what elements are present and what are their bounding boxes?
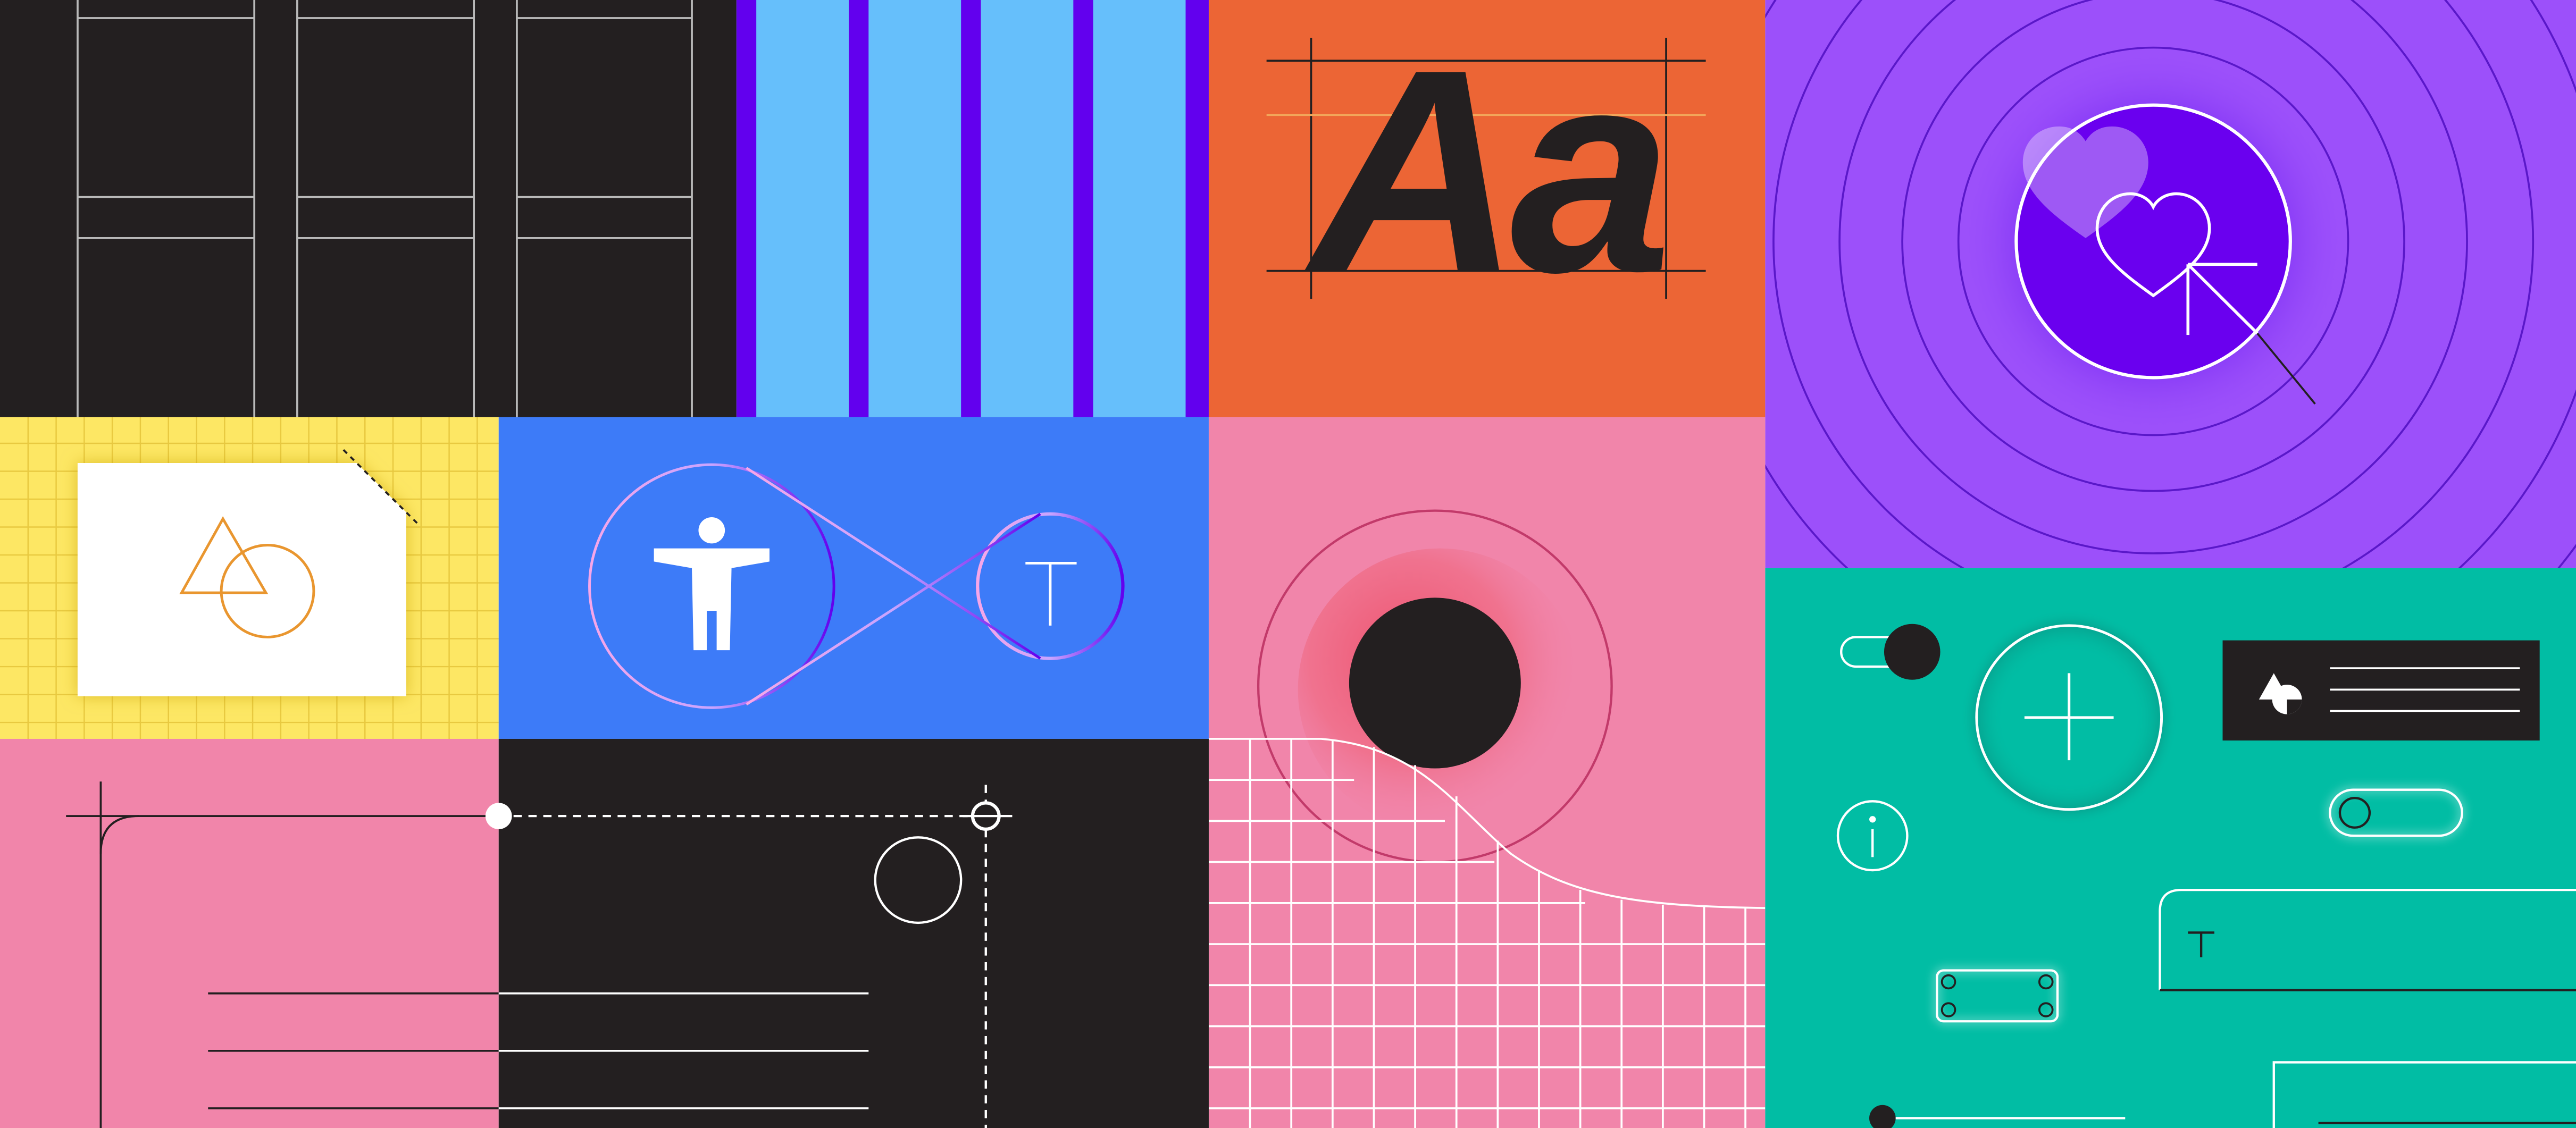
grid-layout-tile <box>0 0 737 417</box>
stripe <box>1185 0 1209 417</box>
toggle-knob <box>1884 624 1941 680</box>
anchor-point <box>485 803 512 829</box>
typography-tile: Aa <box>1208 0 1766 417</box>
corner-radius-tile <box>0 738 1209 1128</box>
target-dot <box>1349 597 1521 769</box>
blue-background <box>498 417 1209 739</box>
stripe <box>961 0 981 417</box>
artwork-canvas: Aa <box>0 0 2576 1128</box>
stripe <box>736 0 757 417</box>
paper-card <box>77 463 406 696</box>
pink-corner-background <box>0 738 499 1128</box>
shapes-card-tile <box>0 417 499 739</box>
target-grid-tile <box>1208 417 1766 1128</box>
stripes-tile <box>736 0 1209 417</box>
dark-lines-background <box>498 738 1209 1128</box>
stripe <box>849 0 869 417</box>
stripe <box>1073 0 1093 417</box>
type-specimen: Aa <box>1301 10 1665 332</box>
accessibility-tile <box>498 417 1209 739</box>
grid-tile-background <box>0 0 737 417</box>
components-tile <box>1765 568 2576 1128</box>
